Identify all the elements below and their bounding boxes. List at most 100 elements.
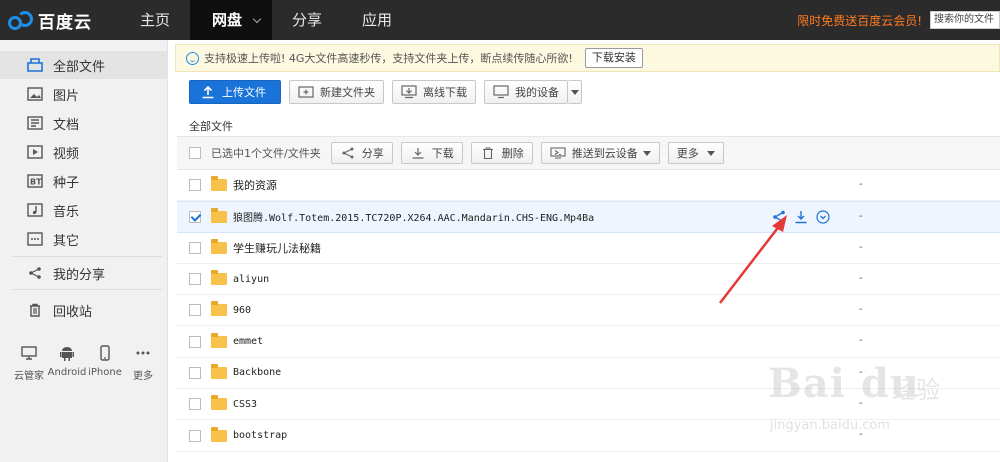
device-more[interactable]: 更多: [124, 345, 162, 382]
sidebar-item-videos[interactable]: 视频: [0, 138, 168, 166]
main-content: 支持极速上传啦! 4G大文件高速秒传，支持文件夹上传，断点续传随心所欲! 下载安…: [169, 40, 1000, 462]
file-size: -: [859, 335, 863, 347]
sidebar-item-all-files[interactable]: 全部文件: [0, 51, 168, 79]
row-actions: [771, 209, 837, 225]
more-dots-icon: [26, 231, 44, 247]
new-folder-button[interactable]: 新建文件夹: [289, 80, 384, 104]
device-iphone[interactable]: iPhone: [86, 345, 124, 382]
device-label: 更多: [133, 371, 153, 382]
file-row[interactable]: emmet -: [177, 326, 1000, 358]
row-checkbox[interactable]: [189, 429, 201, 442]
row-download-icon[interactable]: [793, 209, 809, 225]
my-devices-dropdown[interactable]: [568, 80, 582, 104]
file-size: -: [859, 179, 863, 190]
bt-icon: BT: [26, 173, 44, 189]
file-name[interactable]: emmet: [233, 336, 263, 347]
device-label: iPhone: [88, 367, 122, 378]
folder-icon: [211, 176, 227, 192]
more-button[interactable]: 更多: [667, 142, 724, 164]
file-size: -: [859, 272, 863, 284]
row-checkbox[interactable]: [189, 179, 201, 192]
folder-icon: [211, 426, 227, 442]
row-share-icon[interactable]: [771, 209, 787, 225]
file-name[interactable]: 狼图腾.Wolf.Totem.2015.TC720P.X264.AAC.Mand…: [233, 209, 594, 224]
folder-outline-icon: [26, 57, 44, 73]
upload-label: 上传文件: [222, 86, 266, 99]
sidebar-item-docs[interactable]: 文档: [0, 109, 168, 137]
caret-down-icon: [706, 150, 715, 156]
member-promo-link[interactable]: 限时免费送百度云会员!: [797, 12, 922, 29]
push-to-device-button[interactable]: 推送到云设备: [540, 142, 660, 164]
selection-count: 已选中1个文件/文件夹: [211, 147, 321, 160]
nav-netdisk[interactable]: 网盘: [190, 0, 273, 40]
music-note-icon: [26, 202, 44, 218]
row-checkbox[interactable]: [189, 398, 201, 411]
breadcrumb[interactable]: 全部文件: [189, 118, 233, 134]
sidebar-item-images[interactable]: 图片: [0, 80, 168, 108]
device-android[interactable]: Android: [48, 345, 86, 382]
baidu-cloud-logo[interactable]: 百度云: [8, 8, 92, 33]
monitor-icon: [21, 345, 37, 361]
row-checkbox[interactable]: [189, 366, 201, 379]
device-links: 云管家 Android iPhone 更多: [10, 345, 162, 382]
main-nav: 主页 网盘 分享 应用: [120, 0, 412, 40]
image-icon: [26, 86, 44, 102]
install-button[interactable]: 下载安装: [584, 48, 643, 68]
sidebar-item-my-shares[interactable]: 我的分享: [0, 259, 168, 287]
row-checkbox[interactable]: [189, 241, 201, 254]
row-checkbox[interactable]: [189, 273, 201, 286]
row-checkbox[interactable]: [189, 210, 201, 223]
sidebar-item-label: 全部文件: [53, 59, 106, 75]
file-name[interactable]: 学生赚玩儿法秘籍: [233, 240, 321, 256]
select-all-checkbox[interactable]: [189, 147, 201, 159]
file-row[interactable]: aliyun -: [177, 264, 1000, 296]
sidebar-item-label: 我的分享: [53, 267, 106, 283]
file-name[interactable]: 我的资源: [233, 177, 277, 193]
file-name[interactable]: bootstrap: [233, 430, 287, 441]
row-checkbox[interactable]: [189, 335, 201, 348]
file-row[interactable]: 960 -: [177, 295, 1000, 327]
file-name[interactable]: Backbone: [233, 367, 281, 378]
folder-icon: [211, 207, 227, 223]
caret-down-icon: [570, 89, 579, 95]
sidebar-item-music[interactable]: 音乐: [0, 196, 168, 224]
nav-share[interactable]: 分享: [272, 0, 342, 40]
device-label: 云管家: [14, 371, 44, 382]
folder-icon: [211, 301, 227, 317]
sidebar-item-torrents[interactable]: BT 种子: [0, 167, 168, 195]
file-name[interactable]: aliyun: [233, 274, 269, 285]
push-to-device-label: 推送到云设备: [571, 147, 638, 160]
row-more-chevron-icon[interactable]: [815, 209, 831, 225]
device-pc-manager[interactable]: 云管家: [10, 345, 48, 382]
folder-icon: [211, 238, 227, 254]
notice-text: 支持极速上传啦! 4G大文件高速秒传，支持文件夹上传，断点续传随心所欲!: [204, 52, 573, 65]
sidebar-item-recycle-bin[interactable]: 回收站: [0, 296, 168, 324]
row-checkbox[interactable]: [189, 304, 201, 317]
file-row[interactable]: 学生赚玩儿法秘籍 -: [177, 233, 1000, 264]
nav-home[interactable]: 主页: [120, 0, 190, 40]
my-devices-button[interactable]: 我的设备: [484, 80, 568, 104]
top-nav-bar: 百度云 主页 网盘 分享 应用 限时免费送百度云会员! 搜索你的文件: [0, 0, 1000, 40]
share-icon: [26, 265, 44, 281]
offline-download-button[interactable]: 离线下载: [392, 80, 476, 104]
phone-icon: [100, 345, 110, 361]
download-button[interactable]: 下载: [400, 142, 463, 164]
file-name[interactable]: 960: [233, 305, 251, 316]
search-input[interactable]: 搜索你的文件: [930, 11, 1000, 29]
upload-button[interactable]: 上传文件: [189, 80, 281, 104]
device-label: Android: [47, 367, 87, 378]
share-button[interactable]: 分享: [330, 142, 393, 164]
download-label: 下载: [431, 147, 454, 160]
watermark-cn: 经验: [892, 376, 940, 404]
file-row[interactable]: 我的资源 -: [177, 170, 1000, 202]
more-label: 更多: [676, 147, 699, 160]
sidebar-item-other[interactable]: 其它: [0, 225, 168, 253]
caret-down-icon: [642, 150, 651, 156]
file-name[interactable]: CSS3: [233, 399, 257, 410]
sidebar-item-label: 视频: [53, 146, 80, 162]
my-devices-label: 我的设备: [515, 86, 559, 99]
file-row[interactable]: 狼图腾.Wolf.Totem.2015.TC720P.X264.AAC.Mand…: [177, 201, 1000, 233]
sidebar-item-label: 其它: [53, 233, 80, 249]
nav-apps[interactable]: 应用: [342, 0, 412, 40]
delete-button[interactable]: 删除: [470, 142, 533, 164]
